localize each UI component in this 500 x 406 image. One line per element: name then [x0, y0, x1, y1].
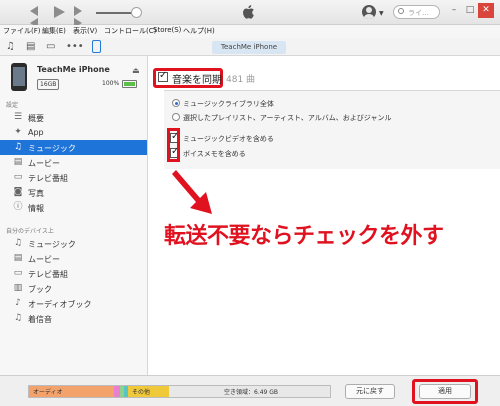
menu-store[interactable]: Store(S)	[153, 26, 181, 34]
song-count: 481 曲	[226, 75, 256, 85]
sidebar-item-label: オーディオブック	[28, 300, 92, 309]
voice-memos-label: ボイスメモを含める	[183, 150, 246, 158]
info-icon: ⓘ	[13, 202, 23, 212]
bell-icon: ♫	[13, 313, 23, 323]
apply-annotation-box	[412, 379, 478, 404]
radio-entire-library-label: ミュージックライブラリ全体	[183, 100, 274, 108]
iphone-image	[11, 63, 27, 91]
maximize-icon[interactable]: □	[462, 3, 478, 18]
sidebar-item-label: テレビ番組	[28, 270, 68, 279]
sidebar-item-label: ミュージック	[28, 144, 76, 153]
sidebar-item-label: ムービー	[28, 255, 60, 264]
iphone-icon[interactable]	[92, 40, 101, 53]
sidebar-item-device-audiobooks[interactable]: ♪ オーディオブック	[0, 296, 147, 311]
menu-help[interactable]: ヘルプ(H)	[183, 26, 215, 36]
menu-edit[interactable]: 編集(E)	[42, 26, 66, 36]
sidebar-item-label: ブック	[28, 285, 52, 294]
menu-control[interactable]: コントロール(C)	[104, 26, 156, 36]
music-note-icon[interactable]: ♫	[6, 41, 15, 53]
minimize-icon[interactable]: –	[446, 3, 462, 18]
volume-track[interactable]	[96, 12, 134, 14]
other-segment-label: その他	[132, 389, 151, 396]
radio-selected-items-label: 選択したプレイリスト、アーティスト、アルバム、およびジャンル	[183, 114, 392, 122]
free-space-label: 空き領域：6.49 GB	[224, 389, 279, 396]
sync-music-checkbox[interactable]	[158, 70, 168, 82]
sidebar-item-device-ringtones[interactable]: ♫ 着信音	[0, 311, 147, 326]
camera-icon: ◙	[13, 187, 23, 197]
sidebar-item-label: 概要	[28, 114, 44, 123]
audiobook-icon: ♪	[15, 298, 21, 308]
battery-percent: 100%	[102, 80, 120, 87]
audio-segment-label: オーディオ	[33, 389, 63, 396]
menu-file[interactable]: ファイル(F)	[3, 26, 41, 36]
app-icon: ✦	[14, 127, 22, 137]
menu-bar: ファイル(F) 編集(E) 表示(V) コントロール(C) Store(S) ヘ…	[0, 25, 500, 38]
annotation-callout: 転送不要ならチェックを外す	[164, 224, 444, 249]
sidebar-item-label: ミュージック	[28, 240, 76, 249]
music-icon: ♫	[13, 238, 23, 248]
close-icon[interactable]: ✕	[478, 3, 494, 18]
radio-entire-library[interactable]	[172, 99, 180, 107]
revert-button[interactable]: 元に戻す	[345, 384, 395, 399]
eject-icon[interactable]: ⏏	[132, 66, 140, 75]
summary-icon: ☰	[13, 112, 23, 122]
radio-selected-items[interactable]	[172, 113, 180, 121]
sidebar-item-device-books[interactable]: ▥ ブック	[0, 281, 147, 296]
window-controls: – □ ✕	[446, 3, 494, 18]
checkbox-annotation-box	[167, 128, 180, 162]
sidebar: TeachMe iPhone ⏏ 16GB 100% 設定 ☰ 概要 ✦ App…	[0, 56, 148, 375]
tv-icon: ▭	[13, 268, 23, 278]
sidebar-item-device-tv[interactable]: ▭ テレビ番組	[0, 266, 147, 281]
sidebar-item-label: テレビ番組	[28, 174, 68, 183]
tv-icon[interactable]: ▭	[46, 41, 55, 53]
sidebar-item-info[interactable]: ⓘ 情報	[0, 200, 147, 215]
device-tab[interactable]: TeachMe iPhone	[212, 41, 286, 54]
device-strip: ♫ ▤ ▭ ••• TeachMe iPhone	[0, 38, 500, 56]
tv-icon: ▭	[13, 172, 23, 182]
search-icon	[398, 8, 404, 14]
book-icon: ▥	[13, 283, 23, 293]
film-icon[interactable]: ▤	[26, 41, 35, 53]
play-icon[interactable]	[54, 6, 65, 20]
battery-icon	[122, 80, 137, 88]
sidebar-item-music[interactable]: ♫ ミュージック	[0, 140, 147, 155]
toolbar: ▼ ライ… – □ ✕	[0, 0, 500, 28]
capacity-badge: 16GB	[37, 79, 60, 90]
capacity-bar: オーディオ その他 空き領域：6.49 GB	[28, 385, 331, 398]
sidebar-item-summary[interactable]: ☰ 概要	[0, 110, 147, 125]
music-icon: ♫	[13, 142, 23, 152]
more-icon[interactable]: •••	[66, 41, 84, 53]
movie-icon: ▤	[13, 253, 23, 263]
movie-icon: ▤	[13, 157, 23, 167]
apple-logo-icon	[243, 5, 254, 19]
sidebar-item-movies[interactable]: ▤ ムービー	[0, 155, 147, 170]
sidebar-item-label: ムービー	[28, 159, 60, 168]
sidebar-item-photos[interactable]: ◙ 写真	[0, 185, 147, 200]
sidebar-item-label: 着信音	[28, 315, 52, 324]
sync-music-label: 音楽を同期	[172, 75, 222, 86]
device-name: TeachMe iPhone	[37, 65, 110, 74]
ondevice-section-title: 自分のデバイス上	[6, 228, 54, 235]
sidebar-item-label: 写真	[28, 189, 44, 198]
sidebar-item-label: App	[28, 128, 44, 137]
sidebar-item-app[interactable]: ✦ App	[0, 125, 147, 140]
sidebar-item-device-music[interactable]: ♫ ミュージック	[0, 236, 147, 251]
music-videos-label: ミュージックビデオを含める	[183, 135, 274, 143]
volume-slider-knob[interactable]	[131, 7, 142, 18]
account-icon[interactable]	[362, 5, 376, 19]
menu-view[interactable]: 表示(V)	[73, 26, 97, 36]
chevron-down-icon[interactable]: ▼	[379, 10, 384, 17]
sidebar-item-device-movies[interactable]: ▤ ムービー	[0, 251, 147, 266]
sidebar-item-label: 情報	[28, 204, 44, 213]
annotation-arrow-icon	[172, 170, 212, 214]
sidebar-item-tv[interactable]: ▭ テレビ番組	[0, 170, 147, 185]
settings-section-title: 設定	[6, 102, 19, 109]
